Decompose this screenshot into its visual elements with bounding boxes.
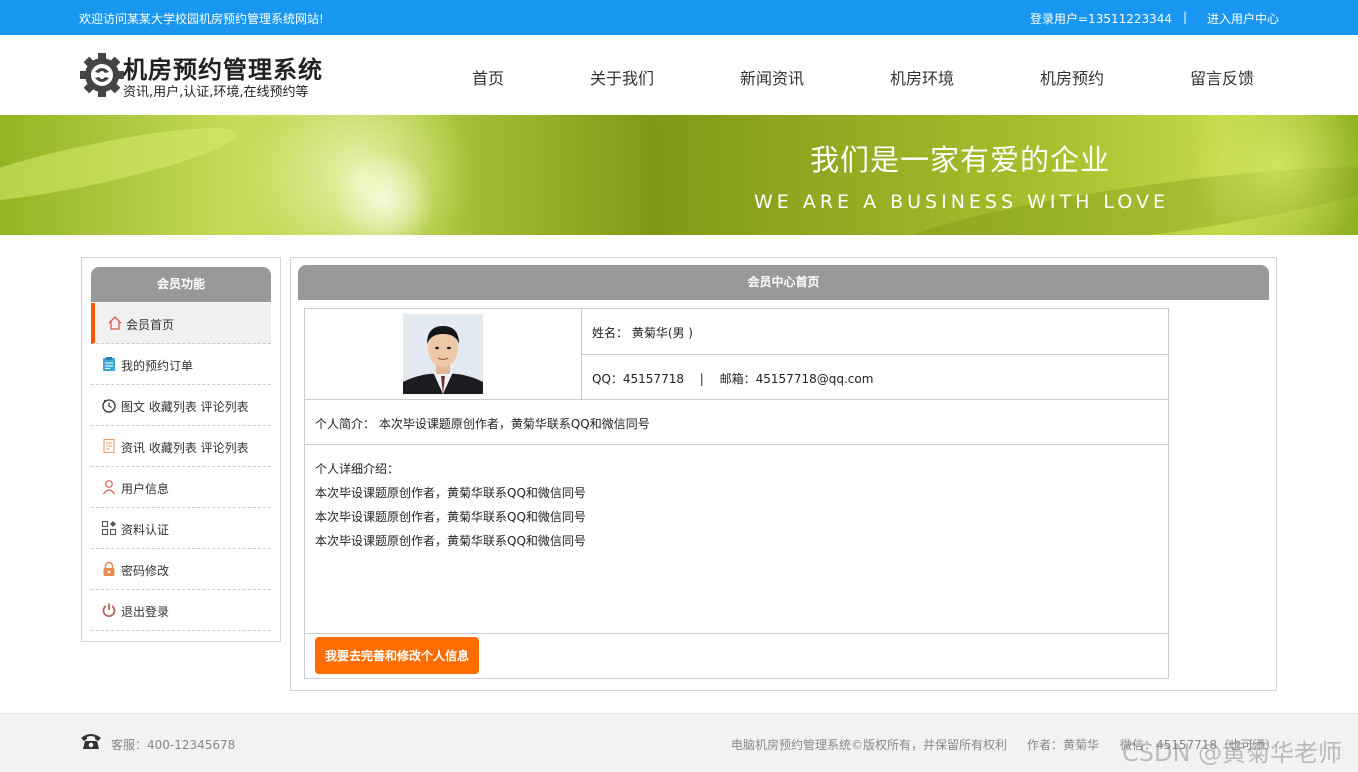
banner-leaf-decoration [0,115,241,216]
member-sidebar: 会员功能 会员首页 我的预约订单 图文 收藏列表 评论列表 资讯 收藏列表 评论… [81,257,281,642]
topbar-separator: | [1183,10,1188,24]
banner-light-decoration [330,155,440,235]
sidebar-item-change-password[interactable]: 密码修改 [91,549,271,590]
detail-line: 本次毕设课题原创作者，黄菊华联系QQ和微信同号 [315,534,586,548]
detail-cell: 个人详细介绍： 本次毕设课题原创作者，黄菊华联系QQ和微信同号 本次毕设课题原创… [305,445,1168,634]
sidebar-item-news-favorites[interactable]: 资讯 收藏列表 评论列表 [91,426,271,467]
document-icon [103,438,115,454]
button-cell: 我要去完善和修改个人信息 [305,634,1168,678]
footer-copyright: 电脑机房预约管理系统©版权所有，并保留所有权利 [731,738,1008,752]
top-bar: 欢迎访问某某大学校园机房预约管理系统网站! 登录用户=13511223344 |… [0,0,1358,35]
name-cell: 姓名： 黄菊华(男 ) [582,309,1168,355]
detail-line: 本次毕设课题原创作者，黄菊华联系QQ和微信同号 [315,510,586,524]
sidebar-item-orders[interactable]: 我的预约订单 [91,344,271,385]
banner-slogan-en: WE ARE A BUSINESS WITH LOVE [754,191,1169,213]
nav-environment[interactable]: 机房环境 [890,65,954,89]
member-center-panel: 会员中心首页 姓名： 黄菊华(男 ) QQ：45157718 | 邮箱：4515… [290,257,1277,691]
nav-feedback[interactable]: 留言反馈 [1190,65,1254,89]
site-subtitle: 资讯,用户,认证,环境,在线预约等 [123,85,309,100]
footer-service: 客服：400-12345678 [111,738,236,752]
grid-icon [101,520,117,536]
nav-about[interactable]: 关于我们 [590,65,654,89]
nav-home[interactable]: 首页 [472,65,504,89]
csdn-watermark: CSDN @黄菊华老师 [1122,739,1343,767]
banner-light-decoration [1180,115,1358,235]
welcome-text: 欢迎访问某某大学校园机房预约管理系统网站! [79,12,324,26]
user-center-link[interactable]: 进入用户中心 [1207,10,1279,27]
name-text: 姓名： 黄菊华(男 ) [592,326,693,340]
intro-text: 个人简介： 本次毕设课题原创作者，黄菊华联系QQ和微信同号 [315,417,650,431]
sidebar-item-label: 图文 收藏列表 评论列表 [121,400,249,414]
detail-line: 本次毕设课题原创作者，黄菊华联系QQ和微信同号 [315,486,586,500]
home-icon [108,316,122,330]
contact-text: QQ：45157718 | 邮箱：45157718@qq.com [592,372,874,386]
gear-logo-icon [80,53,124,97]
sidebar-item-user-info[interactable]: 用户信息 [91,467,271,508]
user-icon [103,480,115,495]
sidebar-item-label: 用户信息 [121,482,170,496]
sidebar-item-label: 我的预约订单 [121,359,194,373]
lock-icon [103,561,115,576]
nav-reservation[interactable]: 机房预约 [1040,65,1104,89]
profile-table: 姓名： 黄菊华(男 ) QQ：45157718 | 邮箱：45157718@qq… [304,308,1169,679]
site-title: 机房预约管理系统 [123,56,323,84]
sidebar-item-label: 资讯 收藏列表 评论列表 [121,441,249,455]
sidebar-item-label: 退出登录 [121,605,170,619]
sidebar-item-label: 会员首页 [126,318,175,332]
edit-profile-button[interactable]: 我要去完善和修改个人信息 [315,637,479,674]
sidebar-item-logout[interactable]: 退出登录 [91,590,271,631]
sidebar-title: 会员功能 [91,267,271,302]
sidebar-item-image-favorites[interactable]: 图文 收藏列表 评论列表 [91,385,271,426]
banner-slogan-cn: 我们是一家有爱的企业 [810,143,1111,177]
power-icon [102,603,116,617]
sidebar-item-label: 密码修改 [121,564,170,578]
sidebar-item-member-home[interactable]: 会员首页 [91,303,271,344]
login-user-text: 登录用户=13511223344 [1030,12,1173,26]
detail-title: 个人详细介绍： [315,462,400,476]
phone-icon [81,734,101,749]
clock-icon [102,399,116,413]
photo-cell [305,309,582,400]
panel-title: 会员中心首页 [298,265,1269,300]
banner: 我们是一家有爱的企业 WE ARE A BUSINESS WITH LOVE [0,115,1358,235]
site-header: 机房预约管理系统 资讯,用户,认证,环境,在线预约等 首页 关于我们 新闻资讯 … [0,35,1358,115]
footer-author: 作者：黄菊华 [1027,738,1100,752]
nav-news[interactable]: 新闻资讯 [740,65,804,89]
avatar-photo [403,314,483,394]
sidebar-item-label: 资料认证 [121,523,170,537]
contact-cell: QQ：45157718 | 邮箱：45157718@qq.com [582,355,1168,400]
sidebar-item-verification[interactable]: 资料认证 [91,508,271,549]
intro-cell: 个人简介： 本次毕设课题原创作者，黄菊华联系QQ和微信同号 [305,400,1168,445]
clipboard-icon [103,357,115,371]
